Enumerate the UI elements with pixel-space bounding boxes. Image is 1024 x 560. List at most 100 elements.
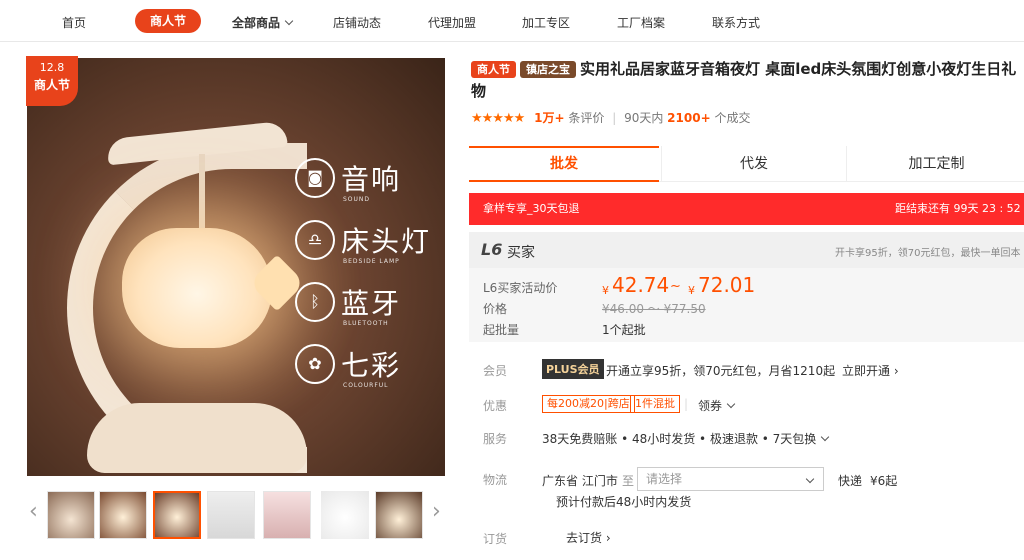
nav-all-products-label: 全部商品 [232,16,281,30]
feature-sub: BLUETOOTH [343,320,389,327]
thumbnail[interactable] [321,491,369,539]
chevron-down-icon [821,432,830,442]
ship-to-label: 至 [622,474,635,488]
rating-row: ★★★★★ 1万+ 条评价 | 90天内 2100+ 个成交 [471,109,750,126]
tag-treasure: 镇店之宝 [520,61,576,78]
rating-suffix: 条评价 [568,111,605,125]
rating-count[interactable]: 1万+ [534,111,564,125]
thumbnail[interactable] [47,491,95,539]
product-title: 商人节 镇店之宝 实用礼品居家蓝牙音箱夜灯 桌面led床头氛围灯创意小夜灯生日礼物 [471,58,1024,102]
tab-wholesale[interactable]: 批发 [469,146,659,182]
feature-label: 七彩 [341,349,402,382]
feature-sub: COLOURFUL [343,382,389,389]
service-label: 服务 [483,432,508,446]
moq-label: 起批量 [483,323,520,337]
tab-custom[interactable]: 加工定制 [849,146,1024,182]
feature-bluetooth: ᛒ 蓝牙 BLUETOOTH [295,282,401,327]
badge-date: 12.8 [39,61,65,74]
feature-sub: SOUND [343,196,371,203]
price-tilde: ~ [670,279,681,294]
nav-home[interactable]: 首页 [62,14,86,31]
destination-placeholder: 请选择 [646,472,683,486]
nav-store-news[interactable]: 店铺动态 [333,14,381,31]
purchase-tabs: 批发 代发 加工定制 [469,146,1024,182]
chevron-down-icon [805,474,815,484]
service-text: 38天免费赔账 • 48小时发货 • 极速退款 • 7天包换 [542,432,817,446]
divider: | [612,111,617,125]
feature-lamp: ♎ 床头灯 BEDSIDE LAMP [295,220,431,265]
tag-festival: 商人节 [471,61,516,78]
coupon-mixed[interactable]: 1件混批 [630,395,680,413]
speaker-icon: ◙ [295,158,335,198]
moq-value: 1个起批 [602,323,646,337]
orig-price-label: 价格 [483,302,508,316]
badge-label: 商人节 [33,78,70,92]
express-label: 快递 [838,474,863,488]
tab-dropship[interactable]: 代发 [661,146,847,182]
promo-left: 拿样专享_30天包退 [483,202,580,215]
ship-note: 预计付款后48小时内发货 [556,495,692,509]
chevron-down-icon [284,16,294,26]
thumbnail[interactable] [375,491,423,539]
thumbnail[interactable] [99,491,147,539]
feature-label: 蓝牙 [341,287,402,320]
thumbnail[interactable] [263,491,311,539]
activity-price-label: L6买家活动价 [483,281,558,295]
star-rating-icon: ★★★★★ [471,111,525,126]
price-high: 72.01 [698,273,756,297]
nav-merchant-festival[interactable]: 商人节 [135,9,201,33]
orig-price-range: ¥46.00 ～ ¥77.50 [602,302,706,316]
chevron-left-icon[interactable]: ‹ [29,499,38,524]
divider: | [684,397,689,411]
main-product-image[interactable]: ◙ 音响 SOUND ♎ 床头灯 BEDSIDE LAMP ᛒ 蓝牙 BLUETOOT… [27,58,445,476]
feature-colour: ✿ 七彩 COLOURFUL [295,344,401,389]
sales-count: 2100+ [667,111,711,125]
coupon-cross-store[interactable]: 每200减20|跨店 [542,395,635,413]
lamp-stem [199,154,205,234]
member-open-link[interactable]: 立即开通 › [842,362,899,379]
nav-all-products[interactable]: 全部商品 [232,14,294,31]
nav-agency[interactable]: 代理加盟 [428,14,476,31]
ship-from: 广东省 江门市 [542,474,618,488]
price-low: 42.74 [612,273,670,297]
sales-suffix: 个成交 [714,111,751,125]
vip-bar: L6 买家 开卡享95折，领70元红包，最快一单回本 › [469,232,1024,268]
plus-member-badge: PLUS会员 [542,359,604,379]
feature-sub: BEDSIDE LAMP [343,258,400,265]
feature-label: 床头灯 [341,225,432,258]
promo-bar: 拿样专享_30天包退 距结束还有 99天 23 : 52 : 39 [469,193,1024,247]
logistics-label: 物流 [483,473,508,487]
sales-prefix: 90天内 [624,111,664,125]
vip-label: 买家 [507,245,535,261]
nav-contact[interactable]: 联系方式 [712,14,760,31]
nav-factory[interactable]: 工厂档案 [617,14,665,31]
chevron-down-icon [726,399,736,409]
vip-level: L6 [481,240,503,259]
top-nav: 首页 商人节 全部商品 店铺动态 代理加盟 加工专区 工厂档案 联系方式 [0,0,1024,42]
chevron-right-icon[interactable]: › [432,499,441,524]
service-guarantees[interactable]: 38天免费赔账 • 48小时发货 • 极速退款 • 7天包换 [542,430,830,447]
palette-icon: ✿ [295,344,335,384]
thumbnail-strip: ‹ › [27,489,445,541]
currency-symbol: ¥ [602,284,609,297]
lamp-bird-shade [122,228,272,348]
go-order-link[interactable]: 去订货 › [566,529,611,546]
destination-select[interactable]: 请选择 [637,467,824,491]
feature-sound: ◙ 音响 SOUND [295,158,401,203]
festival-badge: 12.8 商人节 [26,56,78,106]
feature-label: 音响 [341,163,402,196]
get-coupon-label: 领券 [698,399,723,413]
lamp-icon: ♎ [295,220,335,260]
currency-symbol: ¥ [688,284,695,297]
lamp-base [87,403,307,473]
express-fee: ¥6起 [870,474,898,488]
get-coupon-link[interactable]: 领券 [698,397,736,414]
vip-note[interactable]: 开卡享95折，领70元红包，最快一单回本 › [835,244,1024,259]
nav-processing[interactable]: 加工专区 [522,14,570,31]
member-label: 会员 [483,364,508,378]
discount-label: 优惠 [483,399,508,413]
thumbnail[interactable] [207,491,255,539]
thumbnail-active[interactable] [153,491,201,539]
order-label: 订货 [483,532,508,546]
bluetooth-icon: ᛒ [295,282,335,322]
